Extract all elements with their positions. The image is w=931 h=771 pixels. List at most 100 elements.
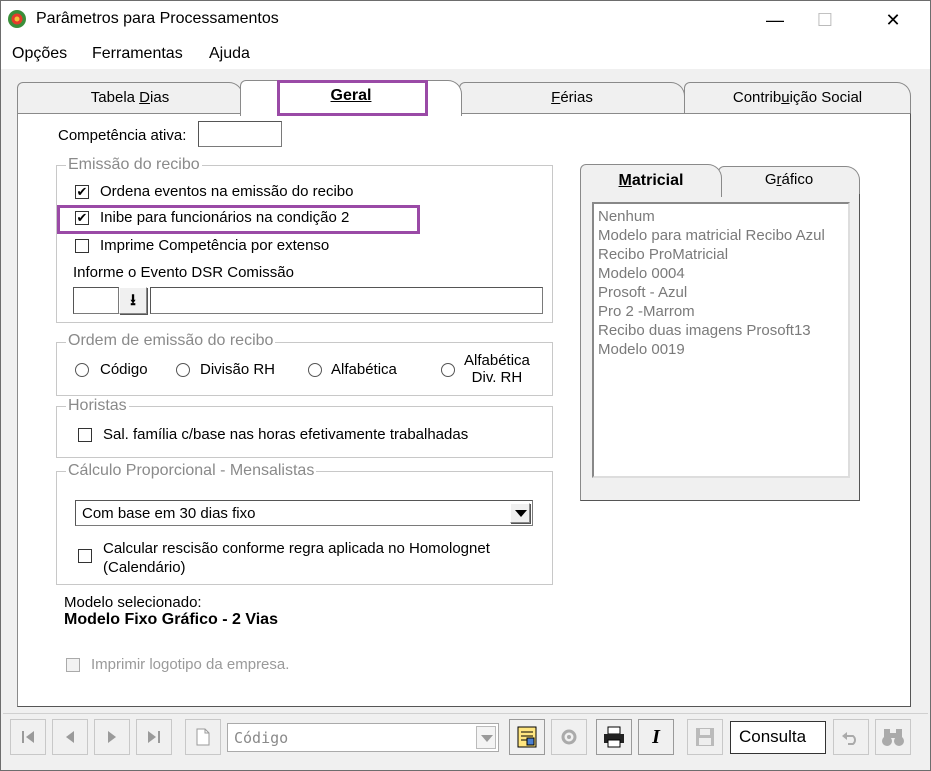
document-icon [196,728,210,746]
gear-icon [561,729,577,745]
search-button[interactable] [875,719,911,755]
modelos-listbox[interactable]: Nenhum Modelo para matricial Recibo Azul R… [592,202,850,478]
tab-grafico-label-a: G [764,171,777,188]
menu-ajuda[interactable]: Ajuda [209,45,250,63]
mode-status-field: Consulta [730,721,826,754]
undo-icon [842,732,856,745]
ordena-label: Ordena eventos na emissão do recibo [100,183,354,200]
minimize-button[interactable]: — [758,6,792,34]
window-title: Parâmetros para Processamentos [36,10,279,27]
dsr-description-input[interactable] [150,287,543,314]
tab-contrib-label-a: Contrib [732,89,782,106]
rescisao-label-line1: Calcular rescisão conforme regra aplicad… [103,540,490,557]
tab-ferias-label-b: érias [560,89,593,106]
modelo-value: Modelo Fixo Gráfico - 2 Vias [64,611,278,628]
codigo-search-field[interactable]: Código [227,723,499,752]
rescisao-checkbox[interactable] [78,549,92,563]
modelo-list-item[interactable]: Recibo duas imagens Prosoft13 [598,322,811,339]
modelo-list-item[interactable]: Modelo 0019 [598,341,685,358]
last-record-button[interactable] [136,719,172,755]
modelo-list-item[interactable]: Modelo 0004 [598,265,685,282]
floppy-disk-icon [696,728,714,746]
chevron-down-icon [481,735,493,742]
printer-icon [604,726,624,748]
modelo-label: Modelo selecionado: [64,594,202,611]
ordem-group-title: Ordem de emissão do recibo [66,332,276,350]
new-document-button[interactable] [185,719,221,755]
dsr-label: Informe o Evento DSR Comissão [73,264,294,281]
codigo-dropdown-button[interactable] [476,726,496,749]
undo-button[interactable] [833,719,869,755]
imprime-checkbox[interactable] [75,239,89,253]
radio-divisao-rh[interactable] [176,363,190,377]
emissao-group-title: Emissão do recibo [66,156,202,174]
app-logo-icon [8,10,26,28]
imprime-label: Imprime Competência por extenso [100,237,330,254]
modelo-list-item[interactable]: Modelo para matricial Recibo Azul [598,227,825,244]
radio-alfabetica-label: Alfabética [331,361,397,378]
chevron-down-icon [515,510,527,517]
tab-matricial-label-b: atricial [631,172,684,189]
dsr-lookup-button[interactable]: ⭳ [119,287,147,314]
competencia-label: Competência ativa: [58,127,187,144]
previous-record-icon [66,731,74,743]
menu-ferramentas[interactable]: Ferramentas [92,45,183,63]
tab-matricial-label-a: M [618,172,632,189]
maximize-button[interactable]: ☐ [808,6,842,34]
logotipo-checkbox[interactable] [66,658,80,672]
tab-contrib-label-b: u [781,89,790,106]
sal-familia-label: Sal. família c/base nas horas efetivamen… [103,426,469,443]
first-record-button[interactable] [10,719,46,755]
tab-matricial[interactable]: Matricial [580,164,722,197]
calculo-select[interactable]: Com base em 30 dias fixo [75,500,533,526]
print-button[interactable] [596,719,632,755]
alfa-div-line2: Div. RH [471,369,523,386]
tab-tabela-dias-label-c: ias [150,89,170,106]
next-record-icon [108,731,116,743]
radio-divisao-rh-label: Divisão RH [200,361,276,378]
next-record-button[interactable] [94,719,130,755]
modelo-list-item[interactable]: Prosoft - Azul [598,284,687,301]
modelo-list-item[interactable]: Recibo ProMatricial [598,246,728,263]
tab-tabela-dias-label-b: D [139,89,151,106]
tab-grafico[interactable]: Gráfico [718,166,860,194]
codigo-placeholder: Código [234,729,289,747]
calculo-group-title: Cálculo Proporcional - Mensalistas [66,462,317,480]
close-button[interactable]: ✕ [876,6,910,34]
radio-alfabetica-div-rh[interactable] [441,363,455,377]
rescisao-label-line2: (Calendário) [103,559,186,576]
report-icon [517,726,537,748]
logotipo-label: Imprimir logotipo da empresa. [91,656,290,673]
modelo-list-item[interactable]: Nenhum [598,208,655,225]
last-record-icon [148,731,160,743]
report-button[interactable] [509,719,545,755]
rescisao-label: Calcular rescisão conforme regra aplicad… [103,539,490,577]
calculo-select-dropdown[interactable] [510,503,530,523]
tab-grafico-label-c: áfico [781,171,814,188]
horistas-group-title: Horistas [66,397,129,415]
binoculars-icon [882,729,904,746]
inibe-highlight [57,205,420,234]
tab-ferias[interactable]: Férias [459,82,685,114]
tab-ferias-label-a: F [551,89,561,106]
competencia-input[interactable] [198,121,282,147]
first-record-icon [22,731,34,743]
modelo-list-item[interactable]: Pro 2 -Marrom [598,303,695,320]
radio-alfabetica-div-rh-label: Alfabética Div. RH [464,352,530,386]
dsr-code-input[interactable] [73,287,119,314]
settings-button[interactable] [551,719,587,755]
save-button[interactable] [687,719,723,755]
tab-geral-highlight [277,80,428,116]
menu-opcoes[interactable]: Opções [12,45,67,63]
radio-alfabetica[interactable] [308,363,322,377]
tab-tabela-dias[interactable]: Tabela Dias [17,82,243,114]
tab-tabela-dias-label-a: Tabela [90,89,140,106]
radio-codigo-label: Código [100,361,148,378]
previous-record-button[interactable] [52,719,88,755]
ordena-checkbox[interactable]: ✔ [75,185,89,199]
tab-contrib-label-c: ição Social [789,89,863,106]
radio-codigo[interactable] [75,363,89,377]
tab-contribuicao-social[interactable]: Contribuição Social [684,82,911,114]
sal-familia-checkbox[interactable] [78,428,92,442]
italic-button[interactable]: I [638,719,674,755]
